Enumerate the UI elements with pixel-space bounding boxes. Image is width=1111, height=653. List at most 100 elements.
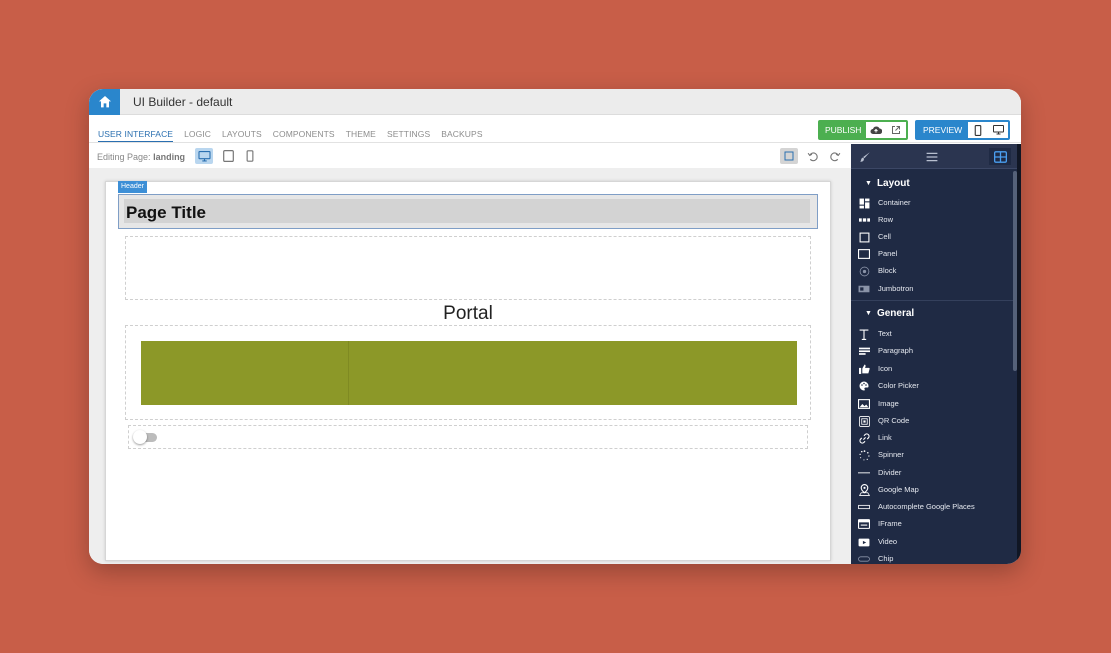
sidebar-edge (1017, 144, 1021, 564)
component-row[interactable]: Row (851, 212, 1013, 228)
block-icon (858, 265, 870, 277)
preview-button[interactable]: PREVIEW (917, 122, 969, 138)
app-title: UI Builder - default (133, 95, 233, 109)
map-pin-icon (858, 484, 870, 496)
app-window: UI Builder - default USER INTERFACE LOGI… (89, 89, 1021, 564)
preview-mobile-button[interactable] (968, 122, 989, 138)
sidebar-tabs (851, 144, 1021, 169)
image-icon (858, 398, 870, 410)
switch-container[interactable] (128, 425, 808, 449)
mobile-icon (246, 150, 254, 162)
preview-group: PREVIEW (915, 120, 1011, 140)
tab-styles[interactable] (854, 148, 876, 165)
component-label: Panel (878, 249, 898, 258)
spinner-icon (858, 449, 870, 461)
component-iframe[interactable]: IFrame (851, 516, 1013, 532)
cloud-upload-icon (870, 126, 883, 134)
external-link-icon (892, 126, 901, 134)
mobile-view-button[interactable] (241, 148, 259, 164)
header-tag: Header (118, 181, 147, 193)
desktop-icon (197, 150, 211, 161)
component-label: QR Code (878, 416, 910, 425)
jumbotron-icon (858, 283, 870, 295)
section-layout-title[interactable]: ▼ Layout (865, 178, 910, 189)
tab-theme[interactable]: THEME (346, 129, 376, 142)
cloud-upload-button[interactable] (866, 122, 887, 138)
component-autocomplete-places[interactable]: Autocomplete Google Places (851, 499, 1013, 515)
component-label: Cell (878, 232, 891, 241)
component-label: Image (878, 399, 899, 408)
component-spinner[interactable]: Spinner (851, 447, 1013, 463)
tab-logic[interactable]: LOGIC (184, 129, 211, 142)
grid-icon (993, 150, 1007, 163)
tab-tree[interactable] (921, 148, 943, 165)
component-text[interactable]: Text (851, 326, 1013, 342)
preview-desktop-button[interactable] (988, 122, 1009, 138)
undo-icon (807, 151, 818, 161)
page-title[interactable]: Page Title (126, 203, 206, 223)
tab-user-interface[interactable]: USER INTERFACE (98, 129, 174, 142)
tab-layouts[interactable]: LAYOUTS (222, 129, 262, 142)
tab-components[interactable]: COMPONENTS (273, 129, 335, 142)
tab-settings[interactable]: SETTINGS (387, 129, 430, 142)
portal-heading[interactable]: Portal (89, 303, 847, 325)
video-icon (858, 536, 870, 548)
component-link[interactable]: Link (851, 430, 1013, 446)
tab-components[interactable] (989, 148, 1011, 165)
component-paragraph[interactable]: Paragraph (851, 343, 1013, 359)
section-divider (851, 300, 1013, 301)
component-cell[interactable]: Cell (851, 229, 1013, 245)
open-external-button[interactable] (886, 122, 907, 138)
text-icon (858, 328, 870, 340)
redo-icon (829, 151, 840, 161)
header-component[interactable]: Page Title (118, 194, 818, 229)
publish-group: PUBLISH (818, 120, 909, 140)
block-divider (348, 341, 349, 405)
tablet-view-button[interactable] (219, 148, 237, 164)
home-icon (98, 96, 111, 108)
component-panel[interactable]: Panel (851, 246, 1013, 262)
toggle-knob[interactable] (133, 430, 147, 444)
desktop-icon (992, 125, 1004, 135)
design-canvas[interactable]: Header Page Title Portal (89, 168, 851, 564)
portal-container[interactable] (125, 325, 811, 420)
component-divider[interactable]: Divider (851, 465, 1013, 481)
component-image[interactable]: Image (851, 396, 1013, 412)
component-qr-code[interactable]: QR Code (851, 413, 1013, 429)
divider-icon (858, 467, 870, 479)
palette-icon (858, 380, 870, 392)
component-icon[interactable]: Icon (851, 361, 1013, 377)
paragraph-icon (858, 345, 870, 357)
component-label: Google Map (878, 485, 919, 494)
iframe-icon (858, 518, 870, 530)
component-label: IFrame (878, 519, 902, 528)
editing-prefix: Editing Page: (97, 152, 151, 162)
tab-backups[interactable]: BACKUPS (441, 129, 482, 142)
undo-button[interactable] (803, 148, 821, 164)
toggle-switch[interactable] (133, 430, 157, 444)
redo-button[interactable] (826, 148, 844, 164)
header-inner[interactable]: Page Title (124, 199, 810, 223)
chip-icon (858, 553, 870, 564)
component-jumbotron[interactable]: Jumbotron (851, 281, 1013, 297)
home-button[interactable] (89, 89, 120, 115)
frame-toggle-button[interactable] (780, 148, 798, 164)
cell-icon (858, 231, 870, 243)
component-label: Spinner (878, 450, 904, 459)
thumbs-up-icon (858, 363, 870, 375)
main-nav: USER INTERFACE LOGIC LAYOUTS COMPONENTS … (89, 115, 1021, 143)
component-chip[interactable]: Chip (851, 551, 1013, 564)
empty-container[interactable] (125, 236, 811, 300)
qr-code-icon (858, 415, 870, 427)
component-block[interactable]: Block (851, 263, 1013, 279)
input-icon (858, 501, 870, 513)
component-google-map[interactable]: Google Map (851, 482, 1013, 498)
component-color-picker[interactable]: Color Picker (851, 378, 1013, 394)
publish-button[interactable]: PUBLISH (820, 122, 867, 138)
mobile-icon (974, 124, 982, 136)
green-block[interactable] (141, 341, 797, 405)
component-video[interactable]: Video (851, 534, 1013, 550)
section-general-title[interactable]: ▼ General (865, 308, 914, 319)
desktop-view-button[interactable] (195, 148, 213, 164)
component-container[interactable]: Container (851, 195, 1013, 211)
